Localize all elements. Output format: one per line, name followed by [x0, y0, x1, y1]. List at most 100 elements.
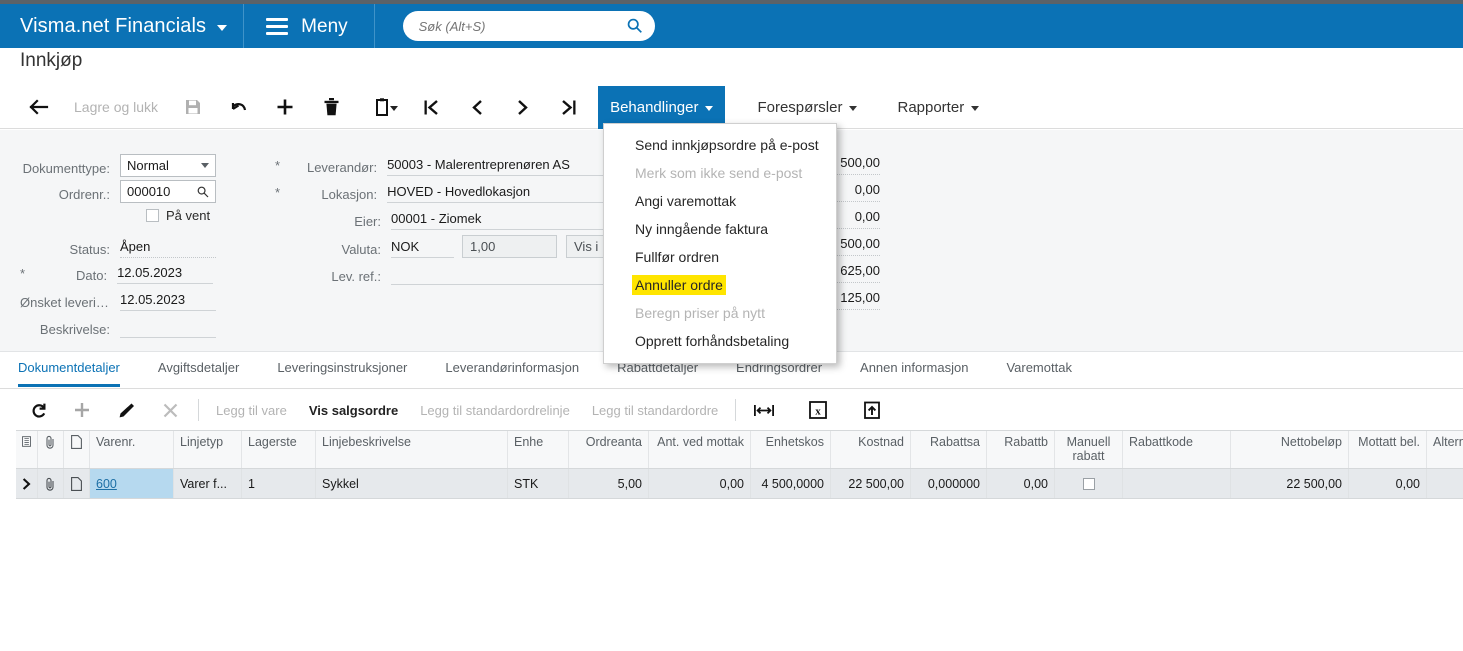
- currency-rate-select[interactable]: 1,00: [462, 235, 557, 258]
- row-note-cell[interactable]: [64, 469, 90, 498]
- cell-ant-ved-mottak[interactable]: 0,00: [649, 469, 751, 498]
- column-header-attachment[interactable]: [38, 431, 64, 468]
- grid-refresh-button[interactable]: [16, 390, 60, 430]
- field-owner-label: Eier:: [354, 214, 381, 229]
- tab-varemottak[interactable]: Varemottak: [1006, 353, 1072, 384]
- column-header-mottatt-bel[interactable]: Mottatt bel.: [1349, 431, 1427, 468]
- copy-paste-button[interactable]: [354, 86, 408, 129]
- main-menu-button[interactable]: Meny: [244, 4, 375, 48]
- menu-item-cancel-order[interactable]: Annuller ordre: [604, 271, 836, 299]
- save-and-close-button[interactable]: Lagre og lukk: [62, 86, 170, 129]
- cell-varenr[interactable]: 600: [90, 469, 174, 498]
- description-input[interactable]: [120, 316, 216, 338]
- cell-manuell-rabatt[interactable]: [1055, 469, 1123, 498]
- grid-add-row-button[interactable]: [60, 390, 104, 430]
- cell-kostnad[interactable]: 22 500,00: [831, 469, 911, 498]
- floppy-disk-icon: [186, 100, 201, 114]
- menu-item-create-prepayment[interactable]: Opprett forhåndsbetaling: [604, 327, 836, 355]
- magnifier-icon[interactable]: [197, 186, 209, 198]
- cell-rabattkode[interactable]: [1123, 469, 1231, 498]
- undo-button[interactable]: [216, 86, 262, 129]
- field-on-hold[interactable]: På vent: [146, 208, 210, 223]
- column-header-enhetskostnad[interactable]: Enhetskos: [751, 431, 831, 468]
- column-header-grid-settings[interactable]: [16, 431, 38, 468]
- search-icon[interactable]: [626, 17, 643, 34]
- doc-type-select[interactable]: Normal: [120, 154, 216, 177]
- tab-dokumentdetaljer[interactable]: Dokumentdetaljer: [18, 353, 120, 387]
- requested-delivery-input[interactable]: 12.05.2023: [120, 289, 216, 311]
- previous-record-button[interactable]: [454, 86, 500, 129]
- column-header-rabattsats[interactable]: Rabattsа: [911, 431, 987, 468]
- column-header-nettobelop[interactable]: Nettobeløр: [1231, 431, 1349, 468]
- column-header-rabattbelop[interactable]: Rabattb: [987, 431, 1055, 468]
- search-box[interactable]: [402, 11, 655, 41]
- grid-cancel-row-button[interactable]: [148, 390, 192, 430]
- menu-item-new-incoming-invoice[interactable]: Ny inngående faktura: [604, 215, 836, 243]
- menu-foresporsler[interactable]: Forespørsler: [745, 91, 869, 124]
- column-header-ordreantall[interactable]: Ordreanta: [569, 431, 649, 468]
- cell-enhet[interactable]: STK: [508, 469, 569, 498]
- search-input[interactable]: [402, 11, 655, 41]
- tab-leverandorinformasjon[interactable]: Leverandørinformasjon: [445, 353, 579, 384]
- date-input[interactable]: 12.05.2023: [117, 262, 214, 284]
- cell-rabattsats[interactable]: 0,000000: [911, 469, 987, 498]
- brand-menu[interactable]: Visma.net Financials: [0, 4, 245, 48]
- row-expander[interactable]: [16, 469, 38, 498]
- save-button[interactable]: [170, 86, 216, 129]
- cell-enhetskostnad[interactable]: 4 500,0000: [751, 469, 831, 498]
- menu-behandlinger-label: Behandlinger: [610, 98, 699, 116]
- fit-columns-button[interactable]: [742, 390, 786, 430]
- column-header-alternativt-varenummer[interactable]: Alternativt varenumm: [1427, 431, 1463, 468]
- varenr-link[interactable]: 600: [96, 477, 117, 491]
- menu-item-enter-goods-receipt[interactable]: Angi varemottak: [604, 187, 836, 215]
- cell-alternativt-varenummer[interactable]: [1427, 469, 1463, 498]
- delete-record-button[interactable]: [308, 86, 354, 129]
- cell-rabattbelop[interactable]: 0,00: [987, 469, 1055, 498]
- tab-leveringsinstruksjoner[interactable]: Leveringsinstruksjoner: [277, 353, 407, 384]
- cell-mottatt-bel[interactable]: 0,00: [1349, 469, 1427, 498]
- manual-discount-checkbox[interactable]: [1082, 477, 1095, 490]
- show-sales-order-button[interactable]: Vis salgsordre: [298, 403, 409, 418]
- cell-lagersted[interactable]: 1: [242, 469, 316, 498]
- column-header-note[interactable]: [64, 431, 90, 468]
- menu-item-complete-order[interactable]: Fullfør ordren: [604, 243, 836, 271]
- column-header-manuell-rabatt[interactable]: Manuell rabatt: [1055, 431, 1123, 468]
- column-header-ant-ved-mottak[interactable]: Ant. ved mottak: [649, 431, 751, 468]
- column-header-varenr[interactable]: Varenr.: [90, 431, 174, 468]
- column-header-rabattkode[interactable]: Rabattkode: [1123, 431, 1231, 468]
- field-description: Beskrivelse:: [20, 316, 260, 338]
- column-header-enhet[interactable]: Enhe: [508, 431, 569, 468]
- last-record-button[interactable]: [546, 86, 592, 129]
- column-header-kostnad[interactable]: Kostnad: [831, 431, 911, 468]
- table-row[interactable]: 600 Varer f... 1 Sykkel STK 5,00 0,00 4 …: [16, 469, 1463, 499]
- next-record-button[interactable]: [500, 86, 546, 129]
- tab-annen-informasjon[interactable]: Annen informasjon: [860, 353, 968, 384]
- menu-rapporter[interactable]: Rapporter: [885, 91, 991, 124]
- on-hold-checkbox[interactable]: [146, 209, 159, 222]
- first-record-button[interactable]: [408, 86, 454, 129]
- cell-ordreantall[interactable]: 5,00: [569, 469, 649, 498]
- upload-file-button[interactable]: [850, 390, 894, 430]
- paperclip-icon: [46, 435, 54, 449]
- currency-input[interactable]: NOK: [391, 236, 454, 258]
- column-header-lagersted[interactable]: Lagerstе: [242, 431, 316, 468]
- behandlinger-dropdown-menu[interactable]: Send innkjøpsordre på e-post Merk som ik…: [603, 123, 837, 364]
- tab-avgiftsdetaljer[interactable]: Avgiftsdetaljer: [158, 353, 239, 384]
- field-supplier-ref-label: Lev. ref.:: [331, 269, 381, 284]
- cell-linjetype[interactable]: Varer f...: [174, 469, 242, 498]
- back-button[interactable]: [16, 86, 62, 129]
- menu-item-send-po-email[interactable]: Send innkjøpsordre på e-post: [604, 131, 836, 159]
- column-header-linjebeskrivelse[interactable]: Linjebeskrivelse: [316, 431, 508, 468]
- column-header-linjetype[interactable]: Linjetyp: [174, 431, 242, 468]
- cell-linjebeskrivelse[interactable]: Sykkel: [316, 469, 508, 498]
- order-no-input[interactable]: 000010: [120, 180, 216, 203]
- menu-item-label: Beregn priser på nytt: [635, 305, 765, 321]
- cell-nettobelop[interactable]: 22 500,00: [1231, 469, 1349, 498]
- menu-item-label: Merk som ikke send e-post: [635, 165, 803, 181]
- grid-edit-row-button[interactable]: [104, 390, 148, 430]
- chevron-down-icon: [201, 163, 209, 168]
- export-to-excel-button[interactable]: x: [796, 390, 840, 430]
- location-required-marker: *: [275, 184, 281, 200]
- add-record-button[interactable]: [262, 86, 308, 129]
- row-attachment-cell[interactable]: [38, 469, 64, 498]
